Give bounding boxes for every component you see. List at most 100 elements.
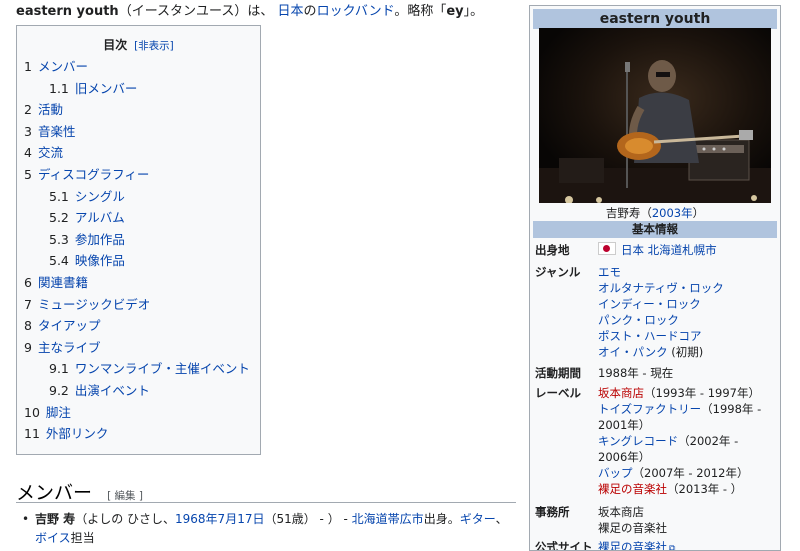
member-age: （51歳） - ） - [264,512,352,526]
caption-text: 吉野寿（ [605,206,652,220]
origin-label: 出身地 [535,243,570,257]
toc-item-label[interactable]: ディスコグラフィー [38,167,149,182]
toc-item-number: 1 [24,59,32,74]
member-name: 吉野 寿 [35,512,76,526]
role-suffix: 担当 [70,531,95,545]
toc-item-label[interactable]: 活動 [38,102,63,117]
toc-item-label[interactable]: 音楽性 [38,124,76,139]
link-japan[interactable]: 日本 [278,4,304,19]
toc-item-number: 5.2 [49,210,69,226]
link-genre[interactable]: ポスト・ハードコア [598,329,702,343]
toc-item-label[interactable]: タイアップ [38,318,101,333]
member-origin-suffix: 出身。 [423,512,460,526]
toc-item-number: 2 [24,102,32,118]
link-origin-country[interactable]: 日本 [621,243,644,257]
toc-item-label[interactable]: 出演イベント [75,383,150,398]
link-guitar[interactable]: ギター [460,512,496,526]
link-genre[interactable]: パンク・ロック [598,313,679,327]
toc-item-label[interactable]: 交流 [38,145,63,160]
toc-title: 目次 [103,38,128,52]
toc-item[interactable]: 7 ミュージックビデオ [24,294,150,313]
toc-item-label[interactable]: 外部リンク [46,426,109,441]
member-list-item: • 吉野 寿（よしの ひさし、1968年7月17日（51歳） - ） - 北海道… [22,510,517,548]
toc-item-number: 9.1 [49,361,69,377]
member-reading: （よしの ひさし、 [75,512,176,526]
japan-flag-icon [598,242,616,255]
toc-item[interactable]: 1 メンバー [24,56,88,75]
link-genre[interactable]: オルタナティヴ・ロック [598,281,724,295]
label-period: （1998年 - [701,402,762,416]
toc-item[interactable]: 9.2 出演イベント [49,380,150,399]
link-birthplace[interactable]: 北海道帯広市 [352,512,424,526]
band-photo[interactable] [539,28,771,203]
toc-item-label[interactable]: 参加作品 [75,232,125,247]
toc-item-label[interactable]: アルバム [75,210,125,225]
toc-item-label[interactable]: 脚注 [46,405,71,420]
photo-caption: 吉野寿（2003年） [533,205,777,221]
toc-item[interactable]: 9.1 ワンマンライブ・主催イベント [49,358,250,377]
infobox-title: eastern youth [533,9,777,29]
toc-item-label[interactable]: 主なライブ [38,340,101,355]
toc-item-label[interactable]: ワンマンライブ・主催イベント [75,361,250,376]
toc-item-number: 9.2 [49,383,69,398]
section-edit-link[interactable]: [ 編集 ] [107,490,143,502]
toc-item-number: 7 [24,296,32,312]
link-label[interactable]: 裸足の音楽社 [598,482,667,496]
external-link-icon: ⧉ [669,544,676,551]
section-title: メンバー [16,482,93,504]
toc-item[interactable]: 9 主なライブ [24,337,100,356]
label-list: 坂本商店（1993年 - 1997年） トイズファクトリー（1998年 - 2001… [598,385,778,497]
toc-item-number: 3 [24,123,32,139]
link-label[interactable]: 坂本商店 [598,386,644,400]
label-period: 2006年） [598,450,651,464]
toc-item-number: 10 [24,404,40,420]
toc-item-label[interactable]: ミュージックビデオ [38,297,150,312]
link-label[interactable]: バップ [598,466,633,480]
link-genre[interactable]: インディー・ロック [598,297,701,311]
toc-item[interactable]: 8 タイアップ [24,315,100,334]
toc-hide-toggle[interactable]: [非表示] [134,40,174,52]
link-genre[interactable]: エモ [598,265,621,279]
years-value: 1988年 - 現在 [598,366,674,380]
infobox-section-header: 基本情報 [533,221,777,238]
link-voice[interactable]: ボイス [35,531,71,545]
toc-item-label[interactable]: 映像作品 [75,253,125,268]
toc-item[interactable]: 5 ディスコグラフィー [24,164,149,183]
toc-item[interactable]: 5.2 アルバム [49,207,125,226]
toc-item[interactable]: 1.1 旧メンバー [49,78,137,97]
label-period: （2002年 - [678,434,739,448]
link-official-site[interactable]: 裸足の音楽社 [598,540,667,550]
toc-item[interactable]: 6 関連書籍 [24,272,88,291]
link-caption-year[interactable]: 2003年 [652,206,693,220]
lead-paragraph: eastern youth（イースタンユース）は、 日本のロックバンド。略称「e… [16,2,516,22]
toc-item-number: 5.4 [49,253,69,269]
toc-item[interactable]: 5.1 シングル [49,186,125,205]
toc-item-label[interactable]: 旧メンバー [75,81,138,96]
link-rock-band[interactable]: ロックバンド [317,4,395,19]
office-value: 坂本商店 [598,505,644,519]
infobox: eastern youth 吉野寿（2003年） 基本情報 出身地 日本 北海道… [529,5,781,551]
link-label[interactable]: キングレコード [598,434,678,448]
toc-item-label[interactable]: シングル [75,189,125,204]
toc-item[interactable]: 10 脚注 [24,402,71,421]
link-origin-city[interactable]: 北海道札幌市 [648,243,717,257]
toc-item[interactable]: 11 外部リンク [24,423,108,442]
link-label[interactable]: トイズファクトリー [598,402,701,416]
table-of-contents: 目次 [非表示] 1 メンバー 1.1 旧メンバー 2 活動 3 音楽性 4 交流 5 ディスコグラフ… [16,25,261,455]
toc-item[interactable]: 2 活動 [24,99,63,118]
link-birthdate[interactable]: 1968年7月17日 [175,512,264,526]
label-period: 2001年） [598,418,651,432]
label-period: （2007年 - 2012年） [632,466,749,480]
toc-item-label[interactable]: メンバー [38,59,88,74]
toc-item[interactable]: 3 音楽性 [24,121,75,140]
office-label: 事務所 [535,505,570,519]
abbr-suffix: 」。 [463,4,484,19]
site-label: 公式サイト [535,540,593,551]
link-genre[interactable]: オイ・パンク [598,345,668,359]
genre-list: エモ オルタナティヴ・ロック インディー・ロック パンク・ロック ポスト・ハード… [598,264,778,360]
genre-note: (初期) [671,345,704,359]
toc-item[interactable]: 5.4 映像作品 [49,250,125,269]
toc-item[interactable]: 5.3 参加作品 [49,229,125,248]
toc-item-label[interactable]: 関連書籍 [38,275,88,290]
toc-item[interactable]: 4 交流 [24,142,63,161]
